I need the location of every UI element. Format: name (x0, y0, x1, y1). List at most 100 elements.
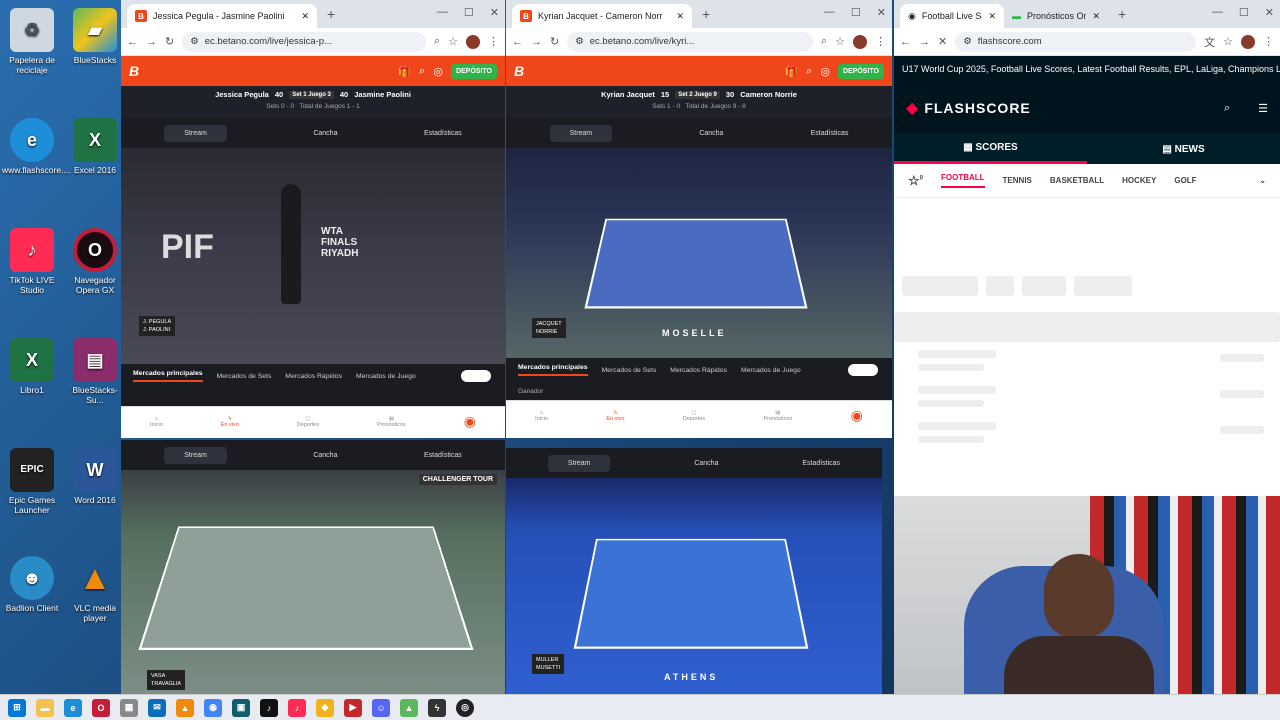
start-icon[interactable]: ⊞ (8, 698, 26, 717)
close-icon[interactable]: ✕ (1265, 6, 1274, 19)
video-stream-vasa[interactable]: CHALLENGER TOUR VASA TRAVAGLIA (121, 470, 505, 694)
minimize-icon[interactable]: — (1212, 6, 1223, 19)
hamburger-icon[interactable]: ☰ (1258, 102, 1268, 115)
market-game[interactable]: Mercados de Juego (356, 373, 416, 380)
deposit-button[interactable]: DEPÓSITO (450, 63, 497, 79)
menu-icon[interactable]: ⋮ (875, 35, 886, 48)
new-tab-icon[interactable]: + (1118, 6, 1126, 22)
tab-court[interactable]: Cancha (313, 130, 337, 137)
market-fast[interactable]: Mercados Rápidos (670, 367, 727, 374)
tab-court[interactable]: Cancha (313, 452, 337, 459)
reload-icon[interactable]: ↻ (165, 35, 174, 48)
sport-football[interactable]: FOOTBALL (941, 173, 985, 188)
favorites-star-icon[interactable]: ☆0 (908, 173, 923, 189)
market-main[interactable]: Mercados principales (133, 370, 203, 382)
bookmark-icon[interactable]: ☆ (1223, 35, 1233, 48)
sport-tennis[interactable]: TENNIS (1003, 176, 1032, 185)
stream-toggle[interactable] (461, 370, 491, 382)
cursor-app-icon[interactable]: ϟ (428, 698, 446, 717)
tab-news[interactable]: ▤ NEWS (1087, 136, 1280, 163)
bookmark-icon[interactable]: ☆ (448, 35, 458, 48)
opera-taskbar-icon[interactable]: O (92, 698, 110, 717)
reload-icon[interactable]: ↻ (550, 35, 559, 48)
excel-file-icon[interactable]: X Libro1 (2, 338, 62, 395)
word-icon[interactable]: W Word 2016 (65, 448, 125, 505)
close-tab-icon[interactable]: ✕ (301, 11, 309, 22)
menu-icon[interactable]: ⋮ (1263, 35, 1274, 48)
file-explorer-icon[interactable]: ▬ (36, 698, 54, 717)
video-stream-jacquet[interactable]: MOSELLE JACQUET NORRIE (506, 148, 892, 358)
discord-icon[interactable]: ☺ (372, 698, 390, 717)
menu-icon[interactable]: ⋮ (488, 35, 499, 48)
obs-icon[interactable]: ◎ (456, 698, 474, 717)
recycle-bin-icon[interactable]: ♻ Papelera de reciclaje (2, 8, 62, 75)
tab-jacquet[interactable]: B Kyrian Jacquet - Cameron Norr ✕ (512, 4, 692, 28)
close-icon[interactable]: ✕ (877, 6, 886, 19)
nav-home[interactable]: ⌂ Inicio (150, 416, 163, 428)
new-tab-icon[interactable]: + (327, 6, 335, 22)
nav-live[interactable]: ϟ En vivo (606, 410, 624, 422)
betano-logo[interactable]: B (514, 63, 524, 79)
market-fast[interactable]: Mercados Rápidos (285, 373, 342, 380)
back-icon[interactable]: ← (512, 36, 523, 48)
close-icon[interactable]: ✕ (490, 6, 499, 19)
translate-icon[interactable]: 文 (1204, 34, 1215, 50)
profile-avatar[interactable] (1241, 34, 1255, 49)
close-tab-icon[interactable]: ✕ (1092, 11, 1100, 22)
market-main[interactable]: Mercados principales (518, 364, 588, 376)
tiktok-icon[interactable]: ♪ TikTok LIVE Studio (2, 228, 62, 295)
edge-icon[interactable]: e www.flashscore.... (2, 118, 71, 175)
maximize-icon[interactable]: ☐ (1239, 6, 1249, 19)
zoom-icon[interactable]: ⌕ (434, 35, 440, 48)
bluestacks-icon-2[interactable]: ▲ (400, 698, 418, 717)
flashscore-logo[interactable]: FLASHSCORE (924, 100, 1224, 116)
winrar-icon[interactable]: ▤ BlueStacks-Su... (65, 338, 125, 405)
lifebuoy-icon[interactable]: ◉ (851, 407, 863, 424)
maximize-icon[interactable]: ☐ (464, 6, 474, 19)
search-icon[interactable]: ⌕ (806, 65, 812, 78)
tab-stats[interactable]: Estadísticas (424, 452, 462, 459)
tab-stats[interactable]: Estadísticas (802, 460, 840, 467)
nav-sports[interactable]: ▢ Deportes (297, 416, 319, 428)
profile-avatar[interactable] (853, 34, 867, 49)
opera-icon[interactable]: O Navegador Opera GX (65, 228, 125, 295)
nav-live[interactable]: ϟ En vivo (221, 416, 239, 428)
search-icon[interactable]: ⌕ (419, 65, 425, 78)
tab-court[interactable]: Cancha (694, 460, 718, 467)
zoom-icon[interactable]: ⌕ (821, 35, 827, 48)
chrome-icon[interactable]: ◉ (204, 698, 222, 717)
account-icon[interactable]: ◎ (433, 65, 443, 78)
badlion-icon[interactable]: ☻ Badlion Client (2, 556, 62, 613)
new-tab-icon[interactable]: + (702, 6, 710, 22)
tab-court[interactable]: Cancha (699, 130, 723, 137)
edge-taskbar-icon[interactable]: e (64, 698, 82, 717)
tab-stream[interactable]: Stream (547, 454, 611, 472)
excel-icon[interactable]: X Excel 2016 (65, 118, 125, 175)
sport-golf[interactable]: GOLF (1174, 176, 1196, 185)
gift-icon[interactable]: 🎁 (784, 65, 798, 78)
sport-basketball[interactable]: BASKETBALL (1050, 176, 1104, 185)
tab-stream[interactable]: Stream (164, 446, 227, 464)
tab-pronosticos[interactable]: ▬ Pronósticos Onli ✕ (1004, 4, 1108, 28)
epic-games-icon[interactable]: EPIC Epic Games Launcher (2, 448, 62, 515)
url-input[interactable]: ⚙ ec.betano.com/live/kyri... (567, 31, 813, 52)
nav-sports[interactable]: ▢ Deportes (683, 410, 705, 422)
app-icon[interactable]: ▣ (232, 698, 250, 717)
url-input[interactable]: ⚙ flashscore.com (955, 31, 1197, 52)
sport-hockey[interactable]: HOCKEY (1122, 176, 1156, 185)
tab-stream[interactable]: Stream (164, 124, 227, 142)
tiktok-live-icon[interactable]: ♪ (288, 698, 306, 717)
tab-flashscore[interactable]: ◉ Football Live Sc ✕ (900, 4, 1004, 28)
forward-icon[interactable]: → (531, 36, 542, 48)
bluestacks-icon[interactable]: ▰ BlueStacks (65, 8, 125, 65)
close-tab-icon[interactable]: ✕ (676, 11, 684, 22)
market-sets[interactable]: Mercados de Sets (217, 373, 272, 380)
outlook-icon[interactable]: ✉ (148, 698, 166, 717)
search-icon[interactable]: ⌕ (1224, 102, 1230, 115)
vlc-taskbar-icon[interactable]: ▲ (176, 698, 194, 717)
back-icon[interactable]: ← (900, 36, 911, 48)
tab-pegula[interactable]: B Jessica Pegula - Jasmine Paolini ✕ (127, 4, 317, 28)
stop-loading-icon[interactable]: ✕ (938, 35, 947, 48)
betano-logo[interactable]: B (129, 63, 139, 79)
back-icon[interactable]: ← (127, 36, 138, 48)
